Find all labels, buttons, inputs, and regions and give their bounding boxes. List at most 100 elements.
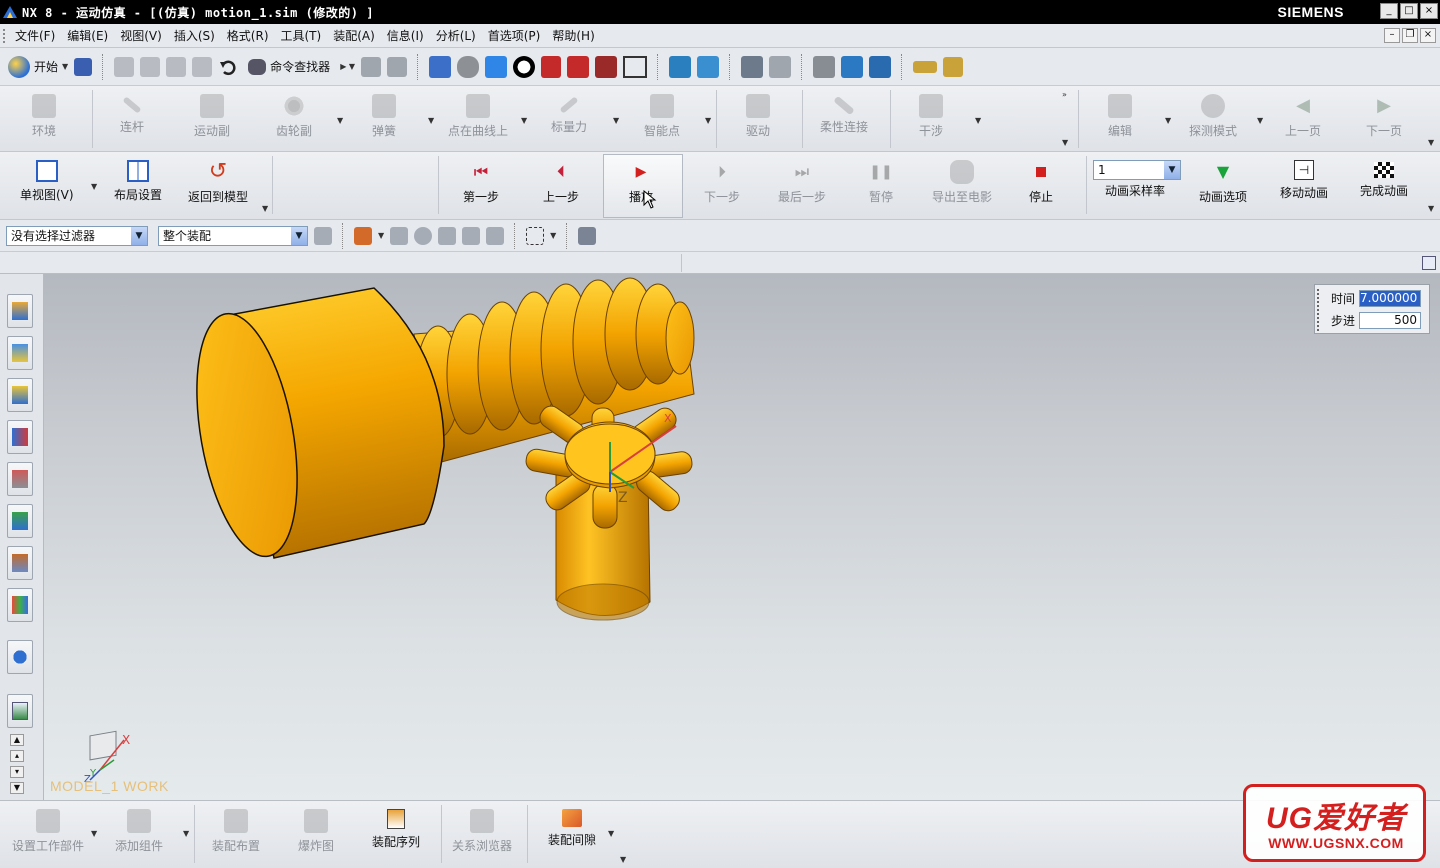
snap-point-icon[interactable] <box>354 226 372 245</box>
point-on-curve-button[interactable]: 点在曲线上 <box>448 90 508 139</box>
relations-browser-button[interactable]: 关系浏览器 <box>452 805 512 854</box>
fullscreen-toggle-icon[interactable] <box>1422 256 1436 270</box>
more-toolbar-icon[interactable]: ▶ ▼ <box>340 62 355 71</box>
edit-section-icon[interactable] <box>595 55 618 78</box>
save-icon[interactable] <box>74 57 93 76</box>
chevron-down-icon[interactable]: ▼ <box>975 116 981 125</box>
assembly-arrangement-button[interactable]: 装配布置 <box>212 805 260 854</box>
chevron-down-icon[interactable]: ▼ <box>1165 116 1171 125</box>
chevron-down-icon[interactable]: ▼ <box>378 231 384 240</box>
maximize-button[interactable]: □ <box>1400 3 1418 19</box>
animation-options-button[interactable]: ▼ 动画选项 <box>1199 156 1247 205</box>
return-to-model-button[interactable]: ↺ 返回到模型 <box>188 156 248 205</box>
chevron-down-icon[interactable]: ▼ <box>705 116 711 125</box>
menu-insert[interactable]: 插入(S) <box>168 27 221 44</box>
menu-view[interactable]: 视图(V) <box>114 27 168 44</box>
menu-information[interactable]: 信息(I) <box>381 27 430 44</box>
move-component-icon[interactable] <box>697 55 720 78</box>
rectangle-select-icon[interactable] <box>526 226 545 245</box>
previous-page-button[interactable]: ◀ 上一页 <box>1285 90 1321 139</box>
driver-button[interactable]: 驱动 <box>746 90 770 139</box>
select-icon[interactable] <box>387 56 408 77</box>
smart-point-button[interactable]: 智能点 <box>644 90 680 139</box>
clip-icon[interactable] <box>567 55 590 78</box>
scroll-down-button[interactable]: ▾ <box>10 766 24 778</box>
background-icon[interactable] <box>513 55 536 78</box>
render-style-icon[interactable] <box>457 55 480 78</box>
component-select-icon[interactable] <box>438 226 457 245</box>
link-button[interactable]: 连杆 <box>120 90 144 135</box>
body-select-icon[interactable] <box>462 226 481 245</box>
scroll-down-button[interactable]: ▼ <box>10 782 24 794</box>
first-step-button[interactable]: ⏮ 第一步 <box>463 156 499 205</box>
motion-navigator-icon[interactable] <box>869 55 892 78</box>
hd3d-tools-tab[interactable] <box>7 504 33 538</box>
fit-view-icon[interactable] <box>429 55 452 78</box>
measure-icon[interactable] <box>841 55 864 78</box>
cut-icon[interactable] <box>114 56 135 77</box>
gear-joint-button[interactable]: 齿轮副 <box>276 90 312 139</box>
chevron-down-icon[interactable]: ▼ <box>1428 204 1434 213</box>
chevron-down-icon[interactable]: ▼ <box>1062 138 1068 147</box>
chevron-down-icon[interactable]: ▼ <box>613 116 619 125</box>
spring-button[interactable]: 弹簧 <box>372 90 396 139</box>
worm-gear-model[interactable]: X Z X Y Z <box>44 274 1440 800</box>
chevron-down-icon[interactable]: ▼ <box>608 829 614 838</box>
orient-view-icon[interactable] <box>485 55 508 78</box>
stop-button[interactable]: 停止 <box>1029 156 1053 205</box>
filter-settings-icon[interactable] <box>314 226 332 245</box>
chevron-down-icon[interactable]: ▼ <box>550 231 556 240</box>
minimize-button[interactable]: _ <box>1380 3 1398 19</box>
chevron-down-icon[interactable]: ▼ <box>1257 116 1263 125</box>
layer-box-icon[interactable] <box>623 55 648 78</box>
joint-button[interactable]: 运动副 <box>194 90 230 139</box>
menu-tools[interactable]: 工具(T) <box>275 27 328 44</box>
feature-select-icon[interactable] <box>486 226 505 245</box>
menu-format[interactable]: 格式(R) <box>221 27 275 44</box>
edit-button[interactable]: 编辑 <box>1108 90 1132 139</box>
show-hide-icon[interactable] <box>669 55 692 78</box>
set-work-part-button[interactable]: 设置工作部件 <box>12 805 84 854</box>
start-button[interactable]: 开始 ▼ <box>8 55 68 78</box>
exploded-view-button[interactable]: 爆炸图 <box>298 805 334 854</box>
scalar-force-button[interactable]: 标量力 <box>551 90 587 135</box>
layout-settings-button[interactable]: 布局设置 <box>114 156 162 203</box>
menu-help[interactable]: 帮助(H) <box>546 27 600 44</box>
reuse-library-tab[interactable] <box>7 462 33 496</box>
web-browser-tab[interactable] <box>7 546 33 580</box>
assembly-clearance-button[interactable]: 装配间隙 <box>548 805 596 848</box>
selection-scope-select[interactable]: 整个装配 ▼ <box>158 225 308 246</box>
menu-analysis[interactable]: 分析(L) <box>430 27 482 44</box>
solid-body-icon[interactable] <box>578 226 597 245</box>
delete-icon[interactable] <box>192 56 213 77</box>
system-materials-tab[interactable] <box>7 640 33 674</box>
doc-minimize-button[interactable]: – <box>1384 28 1400 43</box>
scroll-up-button[interactable]: ▲ <box>10 734 24 746</box>
previous-step-button[interactable]: ⏴ 上一步 <box>543 156 579 205</box>
move-animation-button[interactable]: ⊣ 移动动画 <box>1280 156 1328 201</box>
chevron-down-icon[interactable]: ▼ <box>1428 138 1434 147</box>
last-step-button[interactable]: ⏭ 最后一步 <box>778 156 826 205</box>
section-icon[interactable] <box>541 55 562 78</box>
export-to-movie-button[interactable]: 导出至电影 <box>932 156 992 205</box>
step-field[interactable]: 500 <box>1359 312 1422 329</box>
graphics-window[interactable]: X Z X Y Z MODEL_1 WORK <box>44 274 1440 800</box>
next-page-button[interactable]: ▶ 下一页 <box>1366 90 1402 139</box>
assembly-sequence-button[interactable]: 装配序列 <box>372 805 420 850</box>
command-finder-button[interactable]: 命令查找器 <box>244 58 334 75</box>
angle-measure-icon[interactable] <box>943 56 964 77</box>
chevron-down-icon[interactable]: ▼ <box>91 829 97 838</box>
history-tab[interactable] <box>7 588 33 622</box>
curve-rule-icon[interactable] <box>390 226 409 245</box>
add-component-button[interactable]: 添加组件 <box>115 805 163 854</box>
chevron-down-icon[interactable]: ▼ <box>428 116 434 125</box>
face-rule-icon[interactable] <box>414 226 433 245</box>
interference-button[interactable]: 干涉 <box>919 90 943 139</box>
finish-animation-button[interactable]: 完成动画 <box>1360 156 1408 199</box>
navigator-icon[interactable] <box>741 55 764 78</box>
single-view-button[interactable]: 单视图(V) <box>20 156 74 203</box>
paste-icon[interactable] <box>166 56 187 77</box>
chevron-down-icon[interactable]: ▼ <box>91 182 97 191</box>
environment-button[interactable]: 环境 <box>32 90 56 139</box>
next-step-button[interactable]: ⏵ 下一步 <box>704 156 740 205</box>
